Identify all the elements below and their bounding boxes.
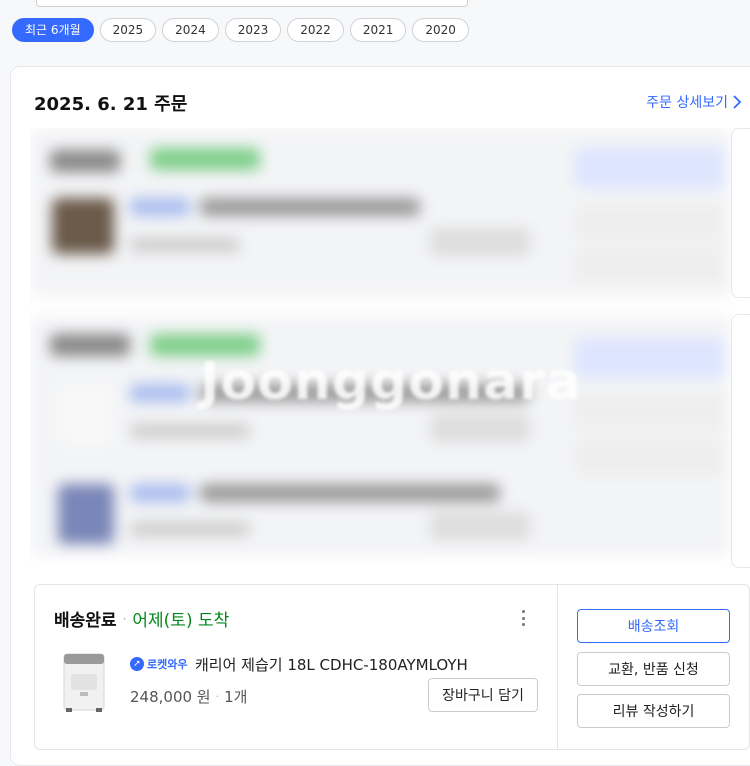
filter-chip-2024[interactable]: 2024: [162, 18, 219, 42]
blurred-content: [30, 128, 750, 568]
rocket-icon: ➚: [130, 657, 144, 671]
blurred-items-region: [30, 128, 750, 568]
order-date-title: 2025. 6. 21 주문: [34, 94, 188, 115]
filter-chip-2025[interactable]: 2025: [99, 18, 157, 42]
delivery-status: 배송완료 · 어제(토) 도착: [54, 606, 229, 631]
period-filter-bar: 최근 6개월 2025 2024 2023 2022 2021 2020: [12, 18, 469, 42]
more-options-icon[interactable]: [516, 608, 530, 628]
filter-chip-2022[interactable]: 2022: [287, 18, 344, 42]
rocket-badge-label: 로켓와우: [147, 658, 188, 671]
chevron-right-icon: [733, 95, 742, 109]
add-to-cart-button[interactable]: 장바구니 담기: [428, 678, 538, 712]
write-review-button[interactable]: 리뷰 작성하기: [577, 694, 730, 728]
filter-chip-recent-6-months[interactable]: 최근 6개월: [12, 18, 94, 42]
exchange-return-button[interactable]: 교환, 반품 신청: [577, 652, 730, 686]
product-quantity: 1개: [224, 688, 248, 706]
price-row: 248,000 원 · 1개: [130, 686, 247, 707]
product-name[interactable]: 캐리어 제습기 18L CDHC-180AYMLOYH: [195, 654, 468, 675]
order-detail-link[interactable]: 주문 상세보기: [646, 92, 742, 112]
rocket-wow-badge: ➚ 로켓와우: [130, 656, 187, 672]
watermark-text: Joonggonara: [200, 352, 582, 412]
status-separator: ·: [122, 611, 127, 626]
filter-chip-2020[interactable]: 2020: [412, 18, 469, 42]
side-panel-edge: [731, 314, 750, 568]
qty-separator: ·: [215, 690, 220, 703]
filter-chip-2023[interactable]: 2023: [224, 18, 282, 42]
track-delivery-button[interactable]: 배송조회: [577, 609, 730, 643]
search-input[interactable]: [36, 0, 468, 7]
side-panel-edge: [731, 128, 750, 298]
divider: [557, 585, 558, 750]
arrival-date: 어제(토) 도착: [132, 611, 230, 631]
status-delivered: 배송완료: [54, 611, 117, 631]
product-thumbnail[interactable]: [58, 652, 110, 714]
product-price: 248,000 원: [130, 688, 211, 706]
filter-chip-2021[interactable]: 2021: [349, 18, 407, 42]
order-detail-label: 주문 상세보기: [646, 95, 728, 111]
